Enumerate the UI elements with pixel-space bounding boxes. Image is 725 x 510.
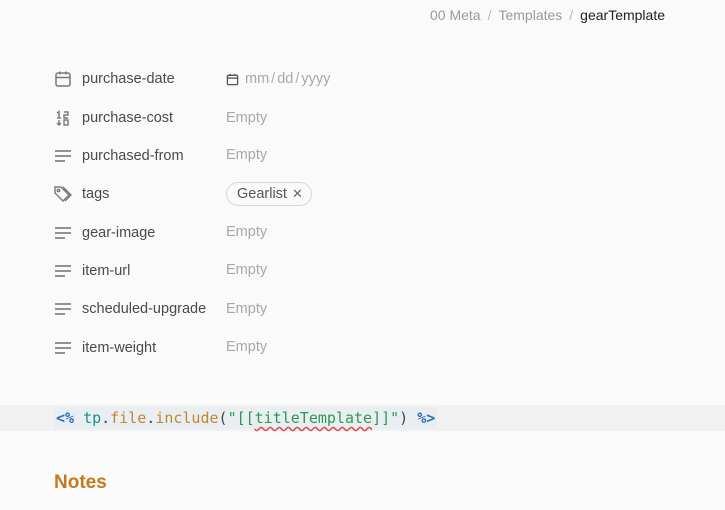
breadcrumb-item-current[interactable]: gearTemplate: [580, 7, 665, 23]
code-line[interactable]: <% tp . file . include ( " [[ titleTempl…: [0, 405, 725, 431]
tags-container: Gearlist ✕: [226, 182, 312, 206]
code-function: include: [155, 409, 219, 427]
property-value[interactable]: Empty: [226, 301, 267, 317]
property-row-tags: tags Gearlist ✕: [52, 179, 672, 209]
property-row-item-weight: item-weight Empty: [52, 333, 672, 363]
code-dot: .: [146, 409, 156, 427]
property-key[interactable]: purchased-from: [82, 148, 212, 164]
calendar-icon[interactable]: [52, 68, 74, 90]
code-quote: ": [390, 409, 400, 427]
property-row-gear-image: gear-image Empty: [52, 218, 672, 248]
date-year[interactable]: yyyy: [301, 71, 330, 87]
property-value[interactable]: Empty: [226, 224, 267, 240]
date-month[interactable]: mm: [245, 71, 269, 87]
tag-label: Gearlist: [237, 186, 287, 202]
text-lines-icon[interactable]: [52, 337, 74, 359]
property-key[interactable]: purchase-cost: [82, 110, 212, 126]
property-value[interactable]: Empty: [226, 262, 267, 278]
templater-command[interactable]: <% tp . file . include ( " [[ titleTempl…: [54, 407, 438, 429]
property-key[interactable]: item-url: [82, 263, 212, 279]
date-day[interactable]: dd: [277, 71, 293, 87]
text-lines-icon[interactable]: [52, 260, 74, 282]
code-dot: .: [101, 409, 111, 427]
code-paren: ): [399, 409, 409, 427]
code-bracket: ]]: [372, 409, 391, 427]
code-open-delimiter: <%: [56, 409, 75, 427]
breadcrumb: 00 Meta / Templates / gearTemplate: [430, 6, 665, 24]
tag-pill[interactable]: Gearlist ✕: [226, 182, 312, 206]
code-paren: (: [218, 409, 228, 427]
property-key[interactable]: scheduled-upgrade: [82, 301, 212, 317]
remove-tag-icon[interactable]: ✕: [292, 186, 303, 202]
property-value[interactable]: Empty: [226, 339, 267, 355]
calendar-picker-icon[interactable]: [226, 73, 239, 86]
date-separator: /: [295, 71, 300, 87]
text-lines-icon[interactable]: [52, 298, 74, 320]
property-row-item-url: item-url Empty: [52, 256, 672, 286]
code-quote: ": [227, 409, 237, 427]
property-row-purchased-from: purchased-from Empty: [52, 141, 672, 171]
property-value[interactable]: Empty: [226, 147, 267, 163]
property-key[interactable]: purchase-date: [82, 71, 212, 87]
property-row-purchase-cost: purchase-cost Empty: [52, 103, 672, 133]
property-value[interactable]: Empty: [226, 110, 267, 126]
breadcrumb-item-meta[interactable]: 00 Meta: [430, 7, 481, 23]
notes-heading[interactable]: Notes: [54, 472, 107, 494]
code-close-delimiter: %>: [417, 409, 436, 427]
date-separator: /: [271, 71, 276, 87]
property-key[interactable]: gear-image: [82, 225, 212, 241]
number-icon[interactable]: [52, 107, 74, 129]
tags-icon[interactable]: [52, 183, 74, 205]
breadcrumb-separator: /: [569, 7, 574, 23]
property-row-purchase-date: purchase-date mm / dd / yyyy: [52, 64, 672, 94]
property-key[interactable]: item-weight: [82, 340, 212, 356]
text-lines-icon[interactable]: [52, 145, 74, 167]
text-lines-icon[interactable]: [52, 222, 74, 244]
code-bracket: [[: [236, 409, 255, 427]
date-input[interactable]: mm / dd / yyyy: [226, 71, 330, 87]
code-object: tp: [83, 409, 102, 427]
breadcrumb-separator: /: [487, 7, 492, 23]
code-property: file: [110, 409, 147, 427]
property-row-scheduled-upgrade: scheduled-upgrade Empty: [52, 294, 672, 324]
breadcrumb-item-templates[interactable]: Templates: [498, 7, 562, 23]
code-link-target[interactable]: titleTemplate: [255, 409, 372, 427]
property-key[interactable]: tags: [82, 186, 212, 202]
